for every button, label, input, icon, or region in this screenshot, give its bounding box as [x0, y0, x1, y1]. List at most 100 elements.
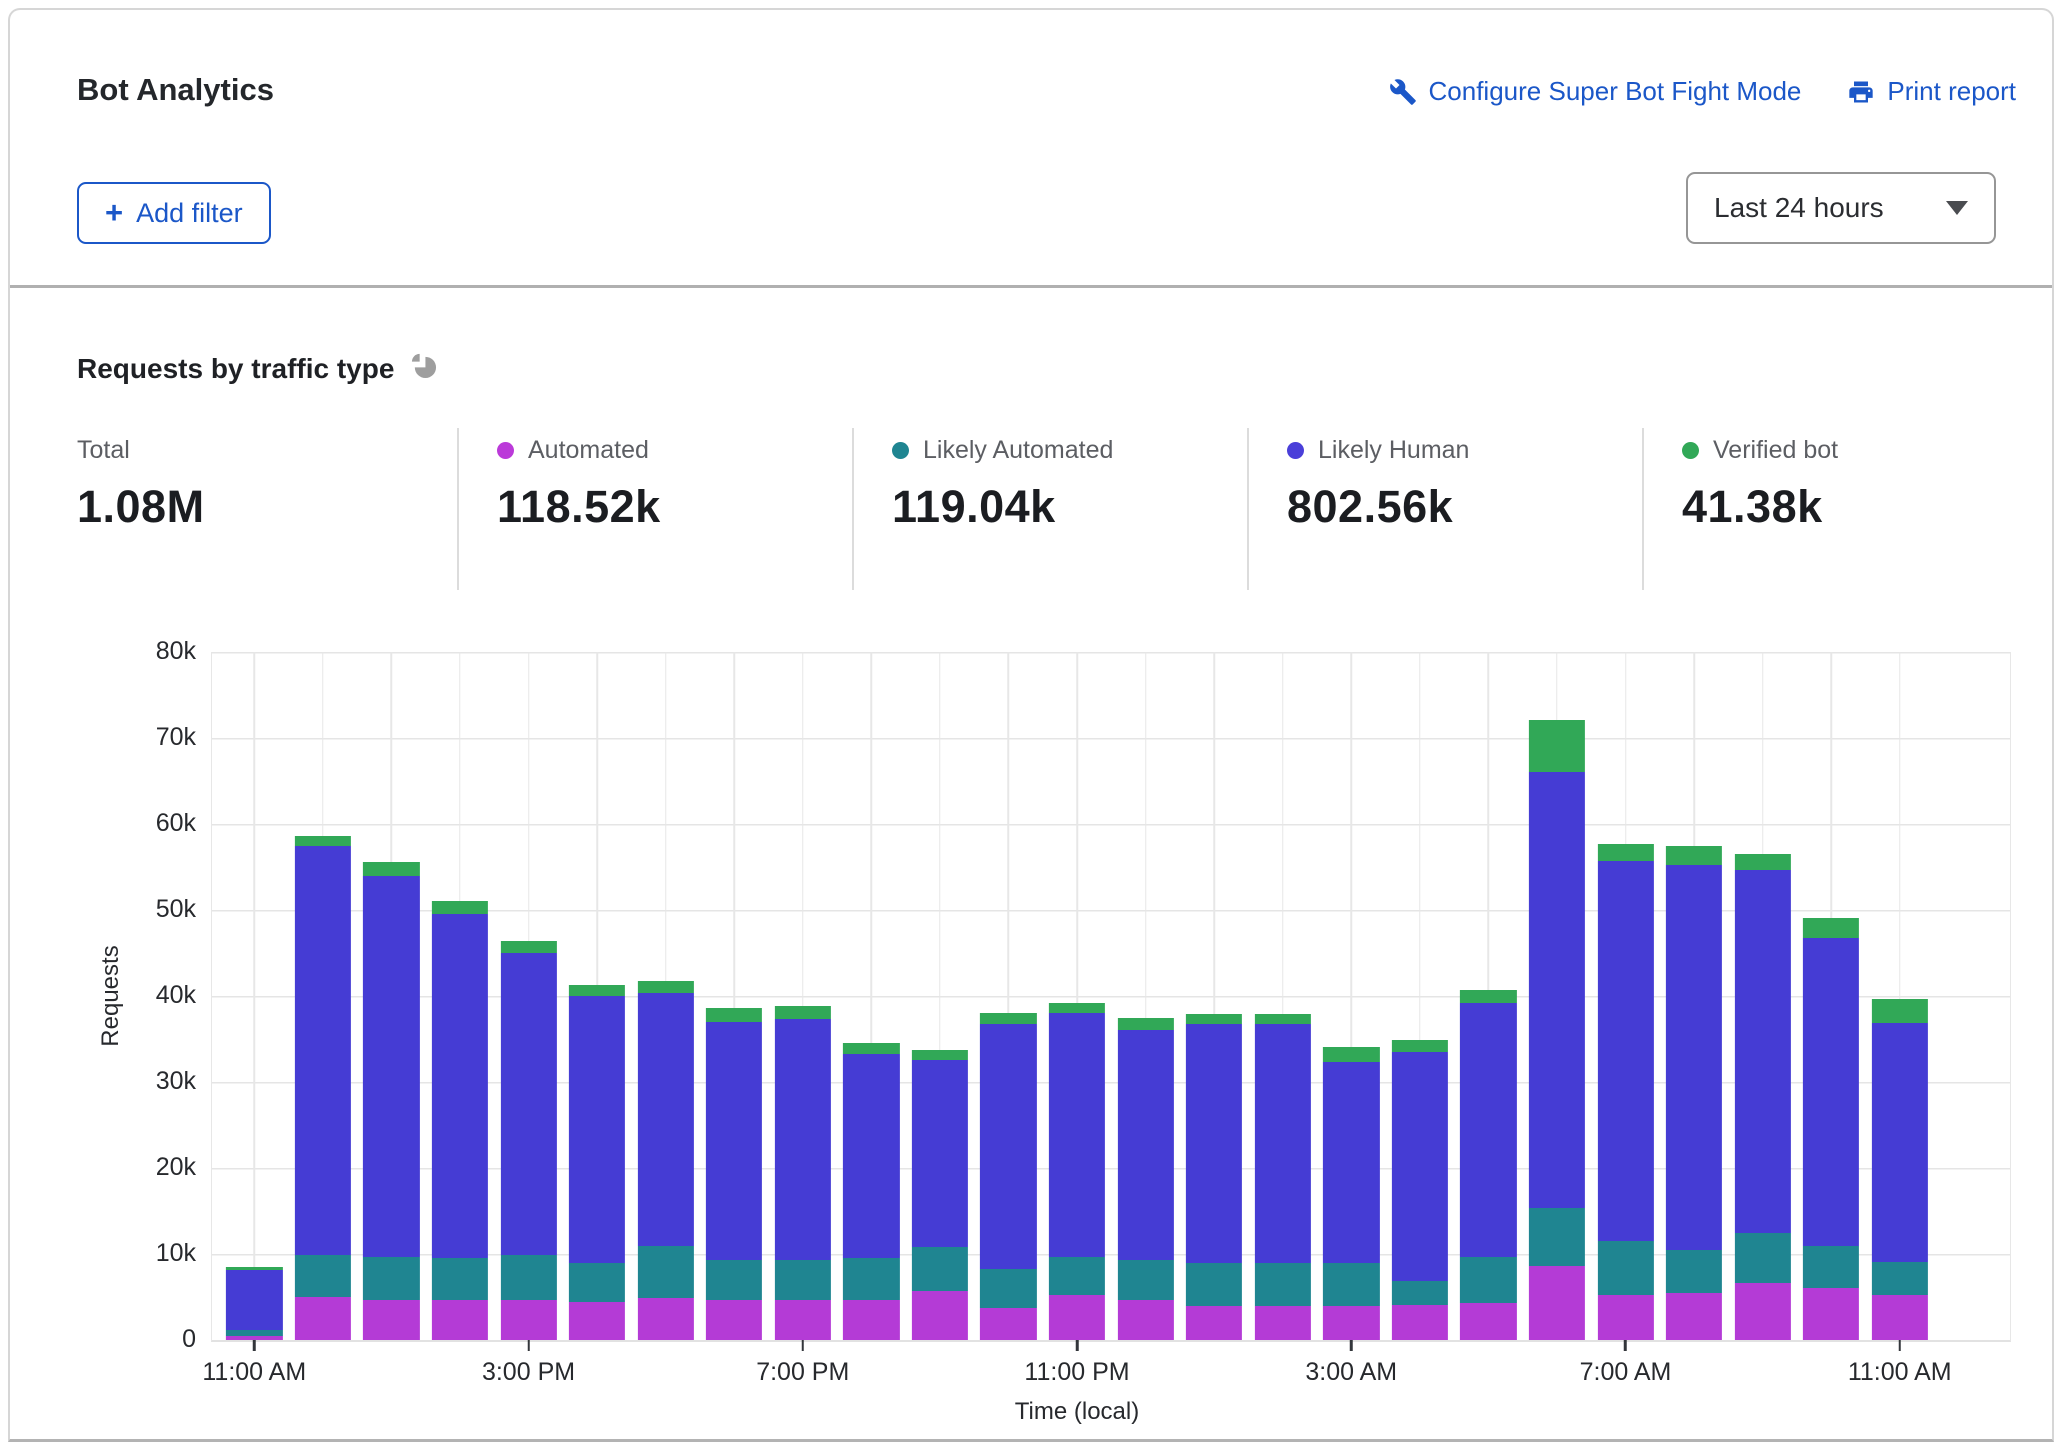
- bar-segment-likely-human: [774, 1019, 831, 1261]
- stacked-bar[interactable]: [1871, 652, 1928, 1340]
- stacked-bar[interactable]: [843, 652, 900, 1340]
- bar-slot: [974, 652, 1043, 1340]
- bar-segment-likely-human: [637, 993, 694, 1247]
- bar-slot: [426, 652, 495, 1340]
- stats-row: Total 1.08M Automated 118.52k Likely Aut…: [10, 428, 2052, 590]
- time-range-select[interactable]: Last 24 hours: [1686, 172, 1996, 244]
- bar-segment-verified-bot: [568, 984, 626, 997]
- bar-segment-verified-bot: [1391, 1039, 1448, 1052]
- x-tick-label: 11:00 PM: [1024, 1358, 1130, 1386]
- bar-slot: [1111, 652, 1180, 1340]
- configure-super-bot-fight-mode-link[interactable]: Configure Super Bot Fight Mode: [1389, 76, 1801, 107]
- bar-segment-automated: [1391, 1304, 1448, 1340]
- add-filter-button[interactable]: + Add filter: [77, 182, 271, 244]
- bar-segment-verified-bot: [500, 940, 557, 954]
- bar-segment-verified-bot: [1254, 1014, 1311, 1024]
- stacked-bar[interactable]: [1734, 652, 1791, 1340]
- bar-slot: [837, 652, 906, 1340]
- bar-segment-likely-human: [431, 914, 489, 1259]
- bar-segment-automated: [1048, 1295, 1106, 1340]
- bar-slot: [357, 652, 426, 1340]
- bar-segment-likely-human: [1665, 865, 1723, 1250]
- y-tick-label: 70k: [155, 723, 196, 751]
- bar-slot: [1728, 652, 1797, 1340]
- bar-slot: [769, 652, 838, 1340]
- stacked-bar[interactable]: [1803, 652, 1860, 1340]
- stacked-bar[interactable]: [980, 652, 1037, 1340]
- stacked-bar[interactable]: [363, 652, 420, 1340]
- bar-slot: [1866, 652, 1935, 1340]
- stat-likely-human-value: 802.56k: [1287, 481, 1454, 532]
- bar-segment-verified-bot: [911, 1050, 969, 1060]
- bar-slot: [494, 652, 563, 1340]
- stacked-bar[interactable]: [637, 652, 694, 1340]
- stacked-bar[interactable]: [431, 652, 489, 1340]
- bar-slot: [1180, 652, 1249, 1340]
- bar-slot: [563, 652, 632, 1340]
- stat-total-label: Total: [77, 436, 130, 464]
- bar-segment-likely-automated: [706, 1260, 763, 1300]
- bar-segment-likely-human: [1391, 1051, 1448, 1281]
- bar-slot: [1660, 652, 1729, 1340]
- y-tick-label: 40k: [155, 981, 196, 1009]
- stacked-bar[interactable]: [1528, 652, 1586, 1340]
- stacked-bar[interactable]: [911, 652, 969, 1340]
- stat-likely-human: Likely Human 802.56k: [1247, 428, 1642, 590]
- stacked-bar[interactable]: [1048, 652, 1106, 1340]
- stacked-bar[interactable]: [1597, 652, 1654, 1340]
- bar-segment-automated: [500, 1299, 557, 1340]
- x-axis-title: Time (local): [1014, 1398, 1140, 1425]
- bar-segment-likely-human: [568, 996, 626, 1263]
- stat-automated-value: 118.52k: [497, 481, 661, 532]
- bar-segment-verified-bot: [1528, 719, 1586, 772]
- printer-icon: [1847, 78, 1875, 106]
- requests-stacked-bar-chart: Requests 11:00 AM 3:00 PM 7:00 PM 11:00 PM 3…: [97, 637, 2011, 1425]
- bar-segment-likely-human: [1803, 937, 1860, 1247]
- stat-total-value: 1.08M: [77, 481, 205, 532]
- section-title: Requests by traffic type: [77, 352, 437, 386]
- x-tick-mark: [1349, 1340, 1353, 1351]
- bar-segment-verified-bot: [1803, 917, 1860, 938]
- print-report-link[interactable]: Print report: [1847, 76, 2016, 107]
- bar-segment-verified-bot: [1323, 1046, 1380, 1063]
- stacked-bar[interactable]: [1323, 652, 1380, 1340]
- bar-segment-verified-bot: [843, 1043, 900, 1054]
- chevron-down-icon: [1946, 201, 1968, 215]
- bar-segment-automated: [1734, 1283, 1791, 1340]
- bar-slot: [631, 652, 700, 1340]
- bar-segment-verified-bot: [1186, 1014, 1243, 1024]
- stacked-bar[interactable]: [568, 652, 626, 1340]
- stacked-bar[interactable]: [1391, 652, 1448, 1340]
- y-tick-label: 60k: [155, 809, 196, 837]
- stacked-bar[interactable]: [706, 652, 763, 1340]
- y-tick-label: 30k: [155, 1067, 196, 1095]
- y-tick-label: 80k: [155, 637, 196, 665]
- bar-segment-likely-automated: [1254, 1263, 1311, 1306]
- stacked-bar[interactable]: [500, 652, 557, 1340]
- bar-slot: [1043, 652, 1112, 1340]
- bar-segment-automated: [294, 1297, 351, 1340]
- stacked-bar[interactable]: [226, 652, 283, 1340]
- bar-slot: [1591, 652, 1660, 1340]
- stacked-bar[interactable]: [1254, 652, 1311, 1340]
- bar-segment-automated: [1254, 1305, 1311, 1340]
- bar-segment-likely-human: [226, 1269, 283, 1330]
- stacked-bar[interactable]: [1665, 652, 1723, 1340]
- stat-verified-bot-label: Verified bot: [1713, 436, 1839, 464]
- stacked-bar[interactable]: [774, 652, 831, 1340]
- bar-segment-likely-automated: [1803, 1246, 1860, 1289]
- bar-segment-automated: [363, 1299, 420, 1340]
- stacked-bar[interactable]: [1186, 652, 1243, 1340]
- bar-segment-automated: [431, 1300, 489, 1340]
- stacked-bar[interactable]: [294, 652, 351, 1340]
- bar-segment-verified-bot: [1048, 1002, 1106, 1014]
- bar-segment-verified-bot: [363, 861, 420, 876]
- bar-slot: [1797, 652, 1866, 1340]
- bar-slot: [220, 652, 289, 1340]
- bar-segment-likely-human: [1117, 1029, 1174, 1261]
- stacked-bar[interactable]: [1460, 652, 1517, 1340]
- add-filter-label: Add filter: [136, 197, 243, 228]
- bar-segment-likely-automated: [431, 1258, 489, 1301]
- bar-segment-likely-automated: [568, 1262, 626, 1303]
- stacked-bar[interactable]: [1117, 652, 1174, 1340]
